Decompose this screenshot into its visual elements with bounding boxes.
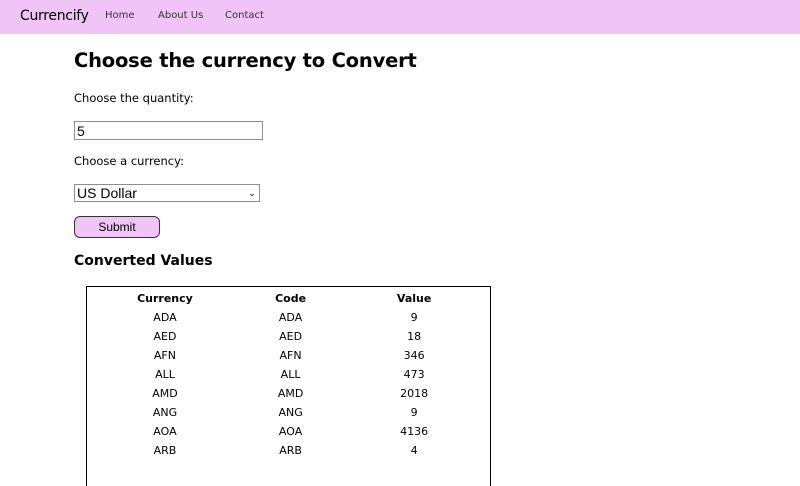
header-code: Code bbox=[275, 292, 307, 305]
results-table: Currency Code Value ADA ADA 9 AED AED 18… bbox=[87, 289, 490, 460]
cell-code: AMD bbox=[277, 387, 304, 400]
table-row: AFN AFN 346 bbox=[87, 346, 490, 365]
cell-currency: AED bbox=[153, 330, 177, 343]
nav-link-about-us[interactable]: About Us bbox=[158, 10, 203, 21]
submit-button[interactable]: Submit bbox=[74, 216, 160, 238]
cell-value: 4 bbox=[410, 444, 418, 457]
nav-link-home[interactable]: Home bbox=[105, 10, 135, 21]
cell-currency: ALL bbox=[155, 368, 175, 381]
cell-value: 2018 bbox=[400, 387, 429, 400]
table-row: ARB ARB 4 bbox=[87, 441, 490, 460]
navbar: Currencify Home About Us Contact bbox=[0, 0, 800, 34]
cell-code: ARB bbox=[279, 444, 302, 457]
table-row: AED AED 18 bbox=[87, 327, 490, 346]
cell-value: 473 bbox=[403, 368, 425, 381]
cell-value: 9 bbox=[410, 311, 418, 324]
cell-currency: ANG bbox=[152, 406, 178, 419]
cell-currency: ADA bbox=[153, 311, 177, 324]
cell-currency: AFN bbox=[153, 349, 176, 362]
brand-logo[interactable]: Currencify bbox=[20, 8, 89, 24]
cell-value: 9 bbox=[410, 406, 418, 419]
table-row: ADA ADA 9 bbox=[87, 308, 490, 327]
cell-currency: ARB bbox=[153, 444, 177, 457]
cell-code: ALL bbox=[280, 368, 301, 381]
header-value: Value bbox=[396, 292, 432, 305]
cell-code: ANG bbox=[278, 406, 303, 419]
quantity-label: Choose the quantity: bbox=[74, 91, 194, 105]
cell-code: AOA bbox=[278, 425, 303, 438]
table-row: AOA AOA 4136 bbox=[87, 422, 490, 441]
quantity-input[interactable] bbox=[74, 121, 263, 140]
nav-link-contact[interactable]: Contact bbox=[225, 10, 264, 21]
table-row: ANG ANG 9 bbox=[87, 403, 490, 422]
cell-code: AFN bbox=[279, 349, 302, 362]
cell-value: 346 bbox=[403, 349, 425, 362]
cell-code: AED bbox=[279, 330, 303, 343]
cell-code: ADA bbox=[278, 311, 303, 324]
cell-value: 4136 bbox=[400, 425, 429, 438]
cell-currency: AMD bbox=[152, 387, 178, 400]
cell-currency: AOA bbox=[153, 425, 177, 438]
chevron-down-icon: ⌄ bbox=[248, 188, 256, 198]
table-row: AMD AMD 2018 bbox=[87, 384, 490, 403]
currency-select[interactable]: US Dollar ⌄ bbox=[74, 184, 260, 202]
page-title: Choose the currency to Convert bbox=[74, 49, 417, 72]
header-currency: Currency bbox=[137, 292, 193, 305]
results-title: Converted Values bbox=[74, 253, 213, 269]
table-row: ALL ALL 473 bbox=[87, 365, 490, 384]
table-header-row: Currency Code Value bbox=[87, 289, 490, 308]
results-table-container: Currency Code Value ADA ADA 9 AED AED 18… bbox=[86, 286, 491, 486]
currency-select-value: US Dollar bbox=[77, 185, 137, 201]
currency-label: Choose a currency: bbox=[74, 154, 184, 168]
cell-value: 18 bbox=[407, 330, 422, 343]
